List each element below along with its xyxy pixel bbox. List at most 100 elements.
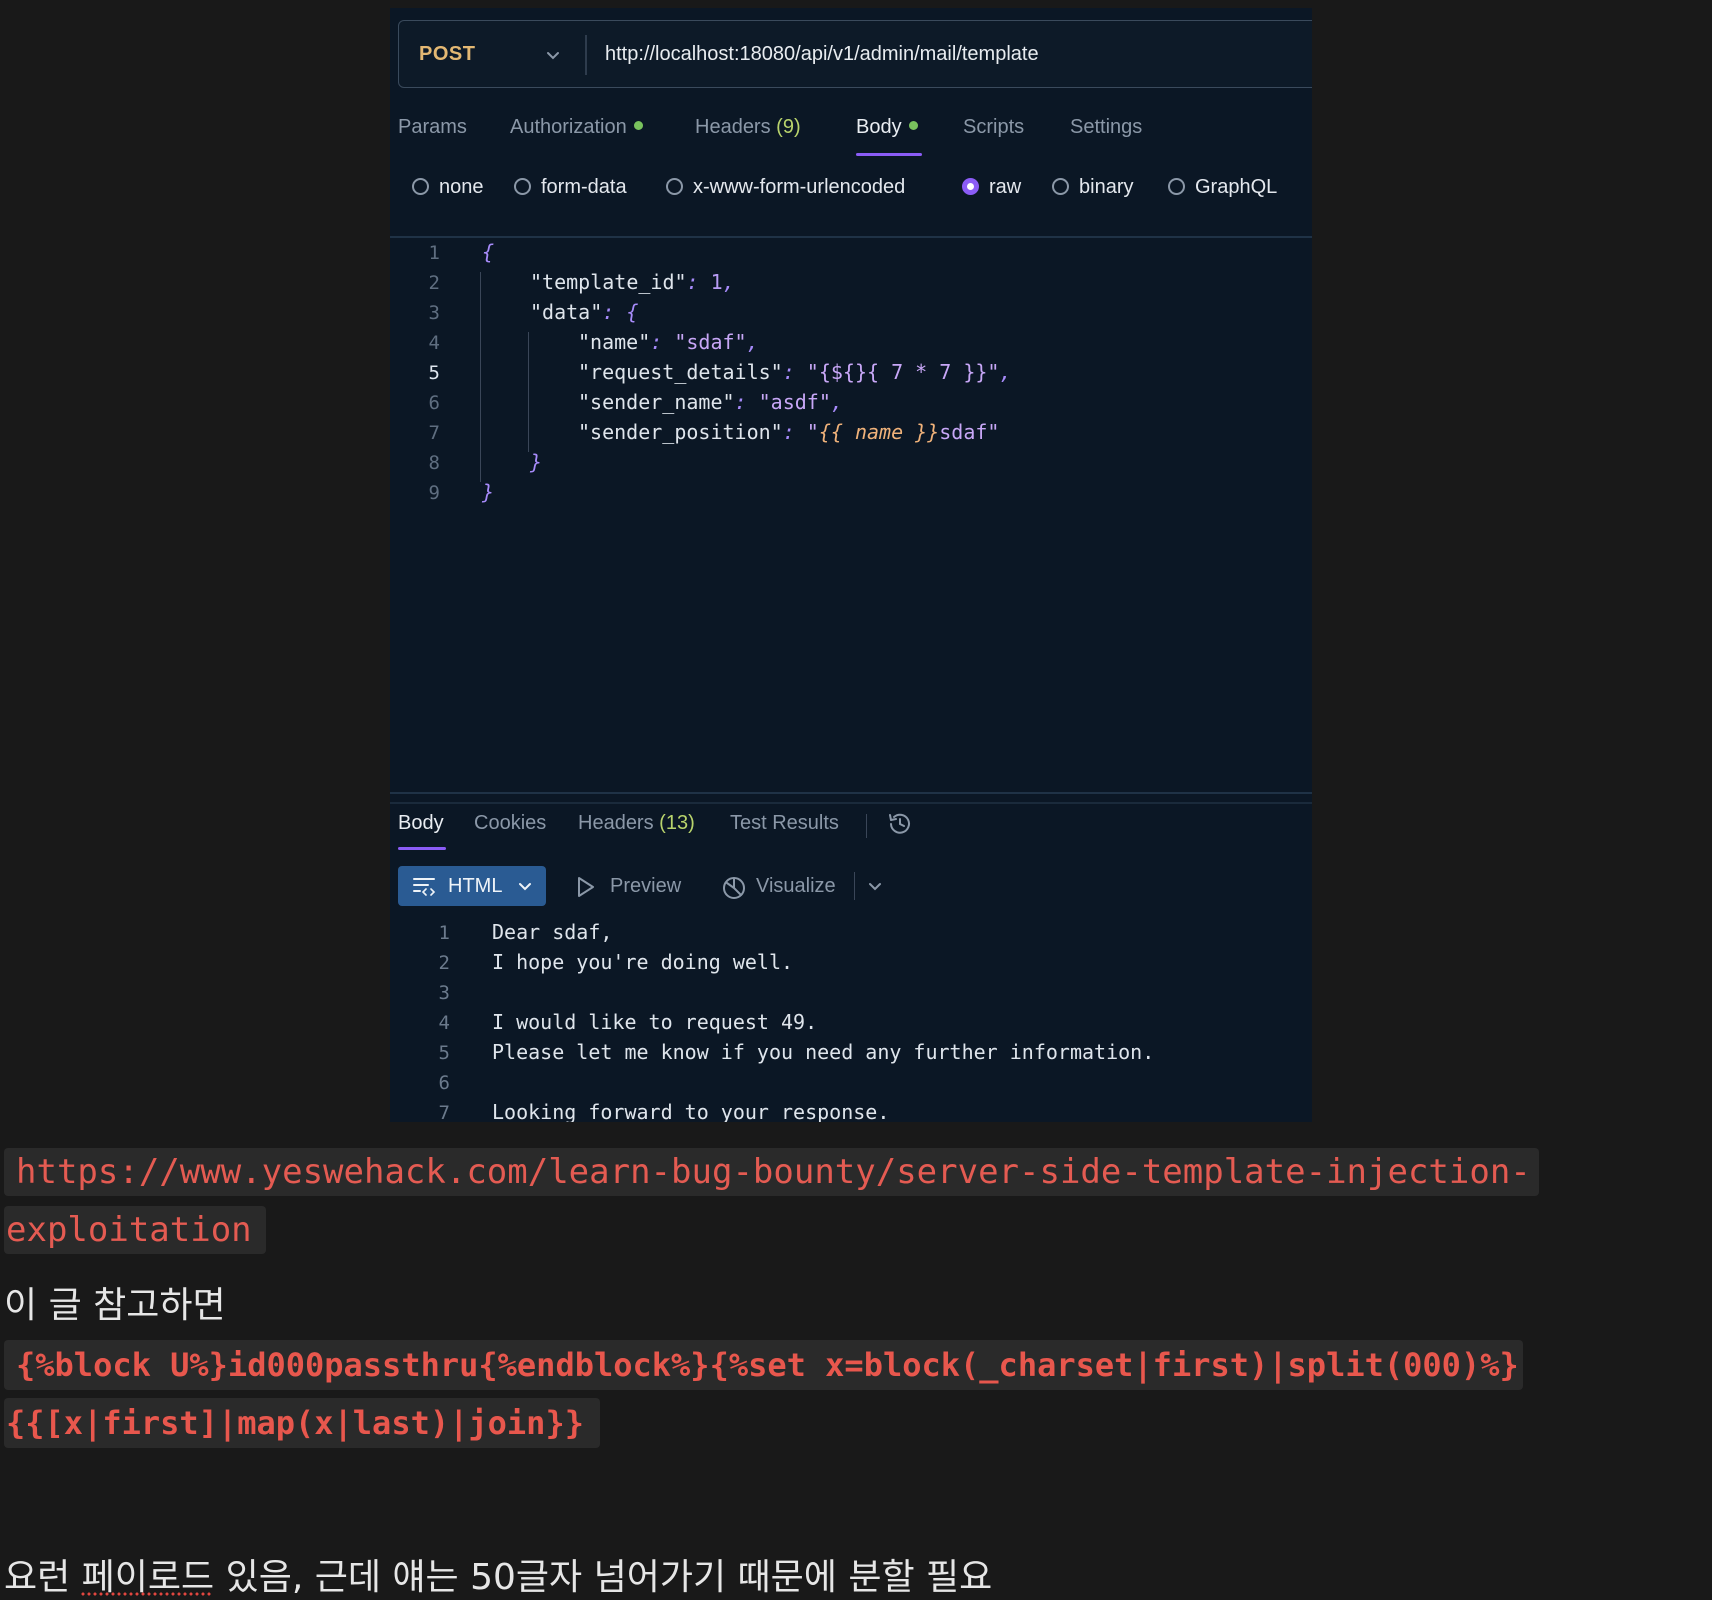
chevron-down-icon — [519, 883, 531, 891]
tab-label: Body — [856, 116, 902, 138]
code-line: "data": { — [530, 300, 639, 324]
line-number: 7 — [438, 1102, 450, 1122]
pane-divider[interactable] — [390, 792, 1312, 794]
tab-count: (9) — [776, 116, 801, 138]
line-number: 9 — [428, 482, 440, 504]
response-tab-body[interactable]: Body — [398, 812, 444, 835]
status-dot — [908, 121, 918, 130]
format-label: HTML — [448, 875, 503, 897]
line-number: 1 — [438, 922, 450, 944]
status-dot — [633, 121, 643, 130]
line-number: 3 — [428, 302, 440, 324]
code-line: } — [530, 450, 543, 474]
postman-request-panel: POST http://localhost:18080/api/v1/admin… — [390, 8, 1312, 1122]
tab-label: Test Results — [730, 812, 839, 834]
response-line: Dear sdaf, — [492, 920, 613, 944]
divider — [390, 802, 1312, 804]
reference-link[interactable]: https://www.yeswehack.com/learn-bug-boun… — [4, 1148, 1539, 1196]
code-line: "template_id": 1, — [530, 270, 735, 294]
tab-authorization[interactable]: Authorization — [510, 116, 643, 139]
response-line: I hope you're doing well. — [492, 950, 794, 974]
response-line: Please let me know if you need any furth… — [492, 1040, 1155, 1064]
divider — [866, 814, 867, 838]
code-line: { — [482, 240, 495, 264]
response-line: Looking forward to your response. — [492, 1100, 890, 1122]
radio-label: x-www-form-urlencoded — [693, 176, 906, 198]
spellcheck-underline — [80, 1592, 212, 1596]
radio-binary[interactable]: binary — [1052, 176, 1133, 199]
response-tab-headers[interactable]: Headers (13) — [578, 812, 695, 835]
response-line: I would like to request 49. — [492, 1010, 818, 1034]
code-line: "request_details": "{${}{ 7 * 7 }}", — [578, 360, 1012, 384]
radio-raw[interactable]: raw — [962, 176, 1021, 199]
payload-code: {%block U%}id000passthru{%endblock%}{%se… — [4, 1340, 1523, 1390]
indent-guide — [480, 272, 481, 482]
history-icon[interactable] — [886, 810, 914, 838]
visualize-icon — [723, 877, 745, 899]
code-line: "sender_position": "{{ name }}sdaf" — [578, 420, 1000, 444]
radio-x-www-form-urlencoded[interactable]: x-www-form-urlencoded — [666, 176, 905, 199]
line-number: 6 — [438, 1072, 450, 1094]
line-number: 8 — [428, 452, 440, 474]
line-number: 4 — [428, 332, 440, 354]
preview-button[interactable]: Preview — [610, 866, 681, 906]
tab-settings[interactable]: Settings — [1070, 116, 1142, 139]
radio-label: none — [439, 176, 484, 198]
radio-graphql[interactable]: GraphQL — [1168, 176, 1277, 199]
wrap-code-icon — [413, 878, 436, 896]
radio-icon — [514, 178, 531, 195]
play-icon — [578, 877, 594, 897]
active-tab-underline — [398, 847, 446, 850]
code-line: "sender_name": "asdf", — [578, 390, 843, 414]
line-number: 6 — [428, 392, 440, 414]
radio-icon — [666, 178, 683, 195]
tab-params[interactable]: Params — [398, 116, 467, 139]
code-line: } — [482, 480, 495, 504]
line-number: 5 — [438, 1042, 450, 1064]
chevron-down-icon[interactable] — [543, 45, 563, 65]
tab-headers[interactable]: Headers (9) — [695, 116, 801, 139]
url-divider — [585, 35, 587, 75]
radio-icon — [412, 178, 429, 195]
line-number: 2 — [438, 952, 450, 974]
tab-body[interactable]: Body — [856, 116, 918, 139]
radio-none[interactable]: none — [412, 176, 484, 199]
line-number: 3 — [438, 982, 450, 1004]
line-number-current: 5 — [428, 362, 440, 384]
line-number: 4 — [438, 1012, 450, 1034]
response-tab-test-results[interactable]: Test Results — [730, 812, 839, 835]
radio-icon — [1168, 178, 1185, 195]
reference-link-continued[interactable]: exploitation — [4, 1206, 266, 1254]
method-select[interactable]: POST — [419, 21, 475, 87]
tab-label: Cookies — [474, 812, 547, 834]
tab-label: Headers — [578, 812, 654, 834]
chevron-down-icon[interactable] — [866, 877, 884, 895]
radio-label: form-data — [541, 176, 627, 198]
indent-guide — [528, 332, 529, 452]
tab-scripts[interactable]: Scripts — [963, 116, 1024, 139]
tab-label: Scripts — [963, 116, 1025, 138]
format-select-button[interactable]: HTML — [398, 866, 546, 906]
radio-label: GraphQL — [1195, 176, 1278, 198]
note-text: 이 글 참고하면 — [4, 1285, 226, 1326]
visualize-button[interactable]: Visualize — [756, 866, 836, 906]
tab-label: Body — [398, 812, 444, 834]
tab-label: Settings — [1070, 116, 1143, 138]
tab-label: Authorization — [510, 116, 627, 138]
radio-selected-icon — [962, 178, 979, 195]
code-line: "name": "sdaf", — [578, 330, 759, 354]
divider — [390, 236, 1312, 238]
tab-count: (13) — [659, 812, 695, 834]
radio-label: raw — [989, 176, 1022, 198]
divider — [854, 872, 855, 900]
line-number: 7 — [428, 422, 440, 444]
url-bar: POST http://localhost:18080/api/v1/admin… — [398, 20, 1312, 88]
url-input[interactable]: http://localhost:18080/api/v1/admin/mail… — [605, 21, 1039, 87]
response-tab-cookies[interactable]: Cookies — [474, 812, 546, 835]
line-number: 1 — [428, 242, 440, 264]
radio-form-data[interactable]: form-data — [514, 176, 627, 199]
payload-code-continued: {{[x|first]|map(x|last)|join}} — [4, 1398, 600, 1448]
tab-label: Params — [398, 116, 467, 138]
active-tab-underline — [856, 153, 922, 156]
line-number: 2 — [428, 272, 440, 294]
